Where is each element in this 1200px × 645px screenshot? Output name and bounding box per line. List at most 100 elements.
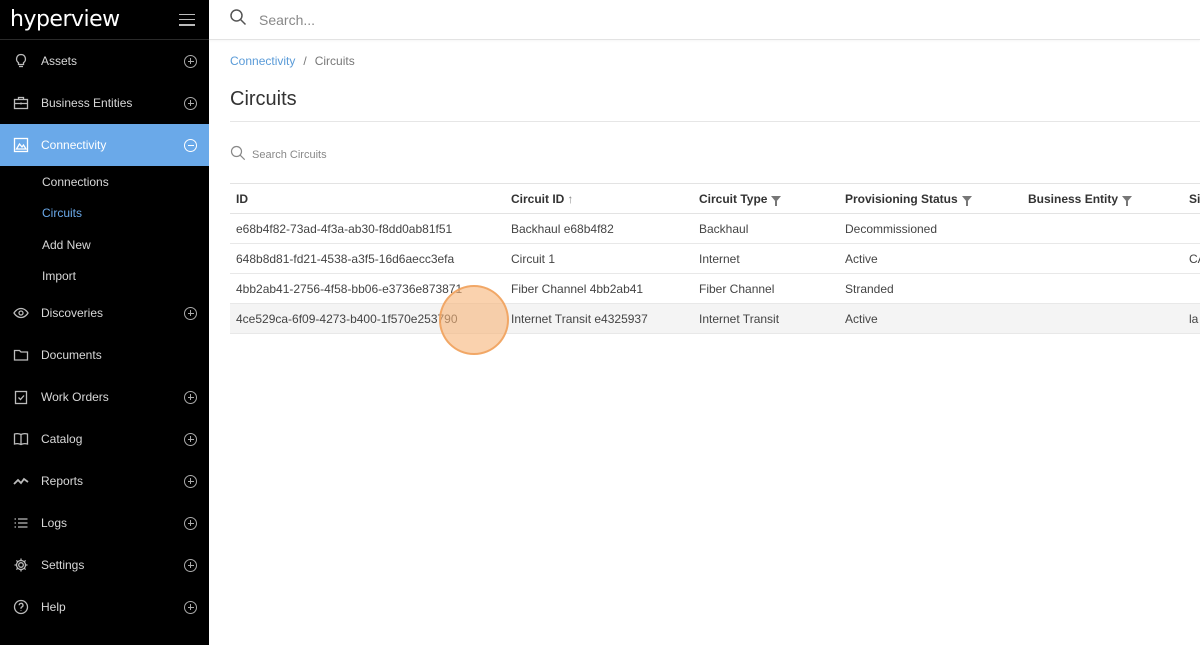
cell-business-entity: [1022, 303, 1183, 334]
lightbulb-icon: [12, 52, 30, 70]
sidebar-item-logs[interactable]: Logs: [0, 502, 209, 544]
column-header-business-entity[interactable]: Business Entity: [1022, 183, 1183, 214]
gear-icon: [12, 556, 30, 574]
cell-circuit-type: Backhaul: [693, 213, 839, 244]
sidebar-item-assets[interactable]: Assets: [0, 40, 209, 82]
sidebar-item-settings[interactable]: Settings: [0, 544, 209, 586]
question-icon: [12, 598, 30, 616]
column-label: Circuit Type: [699, 191, 768, 206]
cell-circuit-id[interactable]: Backhaul e68b4f82: [505, 213, 693, 244]
breadcrumb-link-connectivity[interactable]: Connectivity: [230, 54, 295, 68]
expand-plus-icon[interactable]: [184, 474, 197, 488]
column-header-circuit-id[interactable]: Circuit ID ↑: [505, 183, 693, 214]
cell-business-entity: [1022, 213, 1183, 244]
cell-id[interactable]: 648b8d81-fd21-4538-a3f5-16d6aecc3efa: [230, 243, 505, 274]
column-header-circuit-type[interactable]: Circuit Type: [693, 183, 839, 214]
sidebar-item-label: Help: [41, 600, 66, 614]
sidebar-item-catalog[interactable]: Catalog: [0, 418, 209, 460]
column-label: Provisioning Status: [845, 191, 958, 206]
submenu-item-import[interactable]: Import: [0, 261, 209, 293]
sidebar-item-reports[interactable]: Reports: [0, 460, 209, 502]
table-row[interactable]: 4bb2ab41-2756-4f58-bb06-e3736e873871 Fib…: [230, 273, 1200, 304]
list-icon: [12, 514, 30, 532]
breadcrumb: Connectivity / Circuits: [230, 54, 1200, 68]
expand-plus-icon[interactable]: [184, 54, 197, 68]
cell-id[interactable]: 4bb2ab41-2756-4f58-bb06-e3736e873871: [230, 273, 505, 304]
column-header-id[interactable]: ID: [230, 183, 505, 214]
sidebar-item-documents[interactable]: Documents: [0, 334, 209, 376]
expand-plus-icon[interactable]: [184, 306, 197, 320]
clipboard-check-icon: [12, 388, 30, 406]
sidebar-item-label: Logs: [41, 516, 68, 530]
global-search-bar: [209, 0, 1200, 40]
sidebar-item-business-entities[interactable]: Business Entities: [0, 82, 209, 124]
cell-business-entity: [1022, 273, 1183, 304]
filter-icon[interactable]: [1122, 195, 1133, 206]
cell-circuit-id[interactable]: Fiber Channel 4bb2ab41: [505, 273, 693, 304]
table-row[interactable]: e68b4f82-73ad-4f3a-ab30-f8dd0ab81f51 Bac…: [230, 213, 1200, 244]
table-row[interactable]: 4ce529ca-6f09-4273-b400-1f570e253790 Int…: [230, 303, 1200, 334]
column-label: ID: [236, 191, 248, 206]
briefcase-icon: [12, 94, 30, 112]
breadcrumb-current: Circuits: [314, 54, 355, 68]
expand-plus-icon[interactable]: [184, 96, 197, 110]
brand-bar: hyperview: [0, 0, 209, 40]
sidebar-item-help[interactable]: Help: [0, 586, 209, 628]
sidebar: hyperview Assets Business Entities Conne…: [0, 0, 209, 645]
cell-provisioning-status: Stranded: [839, 273, 1022, 304]
collapse-minus-icon[interactable]: [184, 138, 197, 152]
hamburger-menu-icon[interactable]: [179, 13, 195, 26]
cell-business-entity: [1022, 243, 1183, 274]
trend-line-icon: [12, 472, 30, 490]
search-circuits-input[interactable]: [252, 149, 552, 161]
cell-circuit-id[interactable]: Internet Transit e4325937: [505, 303, 693, 334]
sidebar-item-label: Assets: [41, 54, 78, 68]
cell-id[interactable]: 4ce529ca-6f09-4273-b400-1f570e253790: [230, 303, 505, 334]
cell-site: CA: [1183, 243, 1200, 274]
submenu-item-circuits[interactable]: Circuits: [0, 198, 209, 230]
table-header-row: ID Circuit ID ↑ Circuit Type Provisioning…: [230, 183, 1200, 214]
sidebar-nav: Assets Business Entities Connectivity: [0, 40, 209, 166]
sort-ascending-icon[interactable]: ↑: [567, 192, 573, 206]
expand-plus-icon[interactable]: [184, 516, 197, 530]
sidebar-item-label: Work Orders: [41, 390, 109, 404]
expand-plus-icon[interactable]: [184, 390, 197, 404]
filter-icon[interactable]: [771, 195, 782, 206]
network-icon: [12, 136, 30, 154]
expand-plus-icon[interactable]: [184, 432, 197, 446]
circuit-search: [230, 145, 1200, 164]
column-header-provisioning-status[interactable]: Provisioning Status: [839, 183, 1022, 214]
sidebar-item-label: Catalog: [41, 432, 83, 446]
cell-site: la: [1183, 303, 1200, 334]
filter-icon[interactable]: [961, 195, 972, 206]
cell-provisioning-status: Active: [839, 303, 1022, 334]
page-title: Circuits: [230, 88, 1200, 122]
sidebar-item-discoveries[interactable]: Discoveries: [0, 292, 209, 334]
column-label: Circuit ID: [511, 191, 565, 206]
cell-site: [1183, 213, 1200, 244]
column-label: Business Entity: [1028, 191, 1119, 206]
sidebar-item-label: Discoveries: [41, 306, 104, 320]
sidebar-item-label: Documents: [41, 348, 102, 362]
table-row[interactable]: 648b8d81-fd21-4538-a3f5-16d6aecc3efa Cir…: [230, 243, 1200, 274]
submenu-item-add-new[interactable]: Add New: [0, 229, 209, 261]
column-header-site[interactable]: Si: [1183, 183, 1200, 214]
cell-circuit-id[interactable]: Circuit 1: [505, 243, 693, 274]
breadcrumb-separator: /: [303, 54, 307, 68]
sidebar-nav-lower: Discoveries Documents Work Orders Catalo…: [0, 292, 209, 628]
connectivity-submenu: Connections Circuits Add New Import: [0, 166, 209, 292]
eye-icon: [12, 304, 30, 322]
expand-plus-icon[interactable]: [184, 600, 197, 614]
app-logo[interactable]: hyperview: [10, 7, 120, 32]
cell-provisioning-status: Decommissioned: [839, 213, 1022, 244]
global-search-input[interactable]: [259, 11, 659, 28]
expand-plus-icon[interactable]: [184, 558, 197, 572]
sidebar-item-connectivity[interactable]: Connectivity: [0, 124, 209, 166]
search-icon: [229, 8, 247, 31]
column-label: Si: [1189, 191, 1200, 206]
sidebar-item-label: Reports: [41, 474, 84, 488]
sidebar-item-work-orders[interactable]: Work Orders: [0, 376, 209, 418]
cell-id[interactable]: e68b4f82-73ad-4f3a-ab30-f8dd0ab81f51: [230, 213, 505, 244]
submenu-item-connections[interactable]: Connections: [0, 166, 209, 198]
cell-site: [1183, 273, 1200, 304]
